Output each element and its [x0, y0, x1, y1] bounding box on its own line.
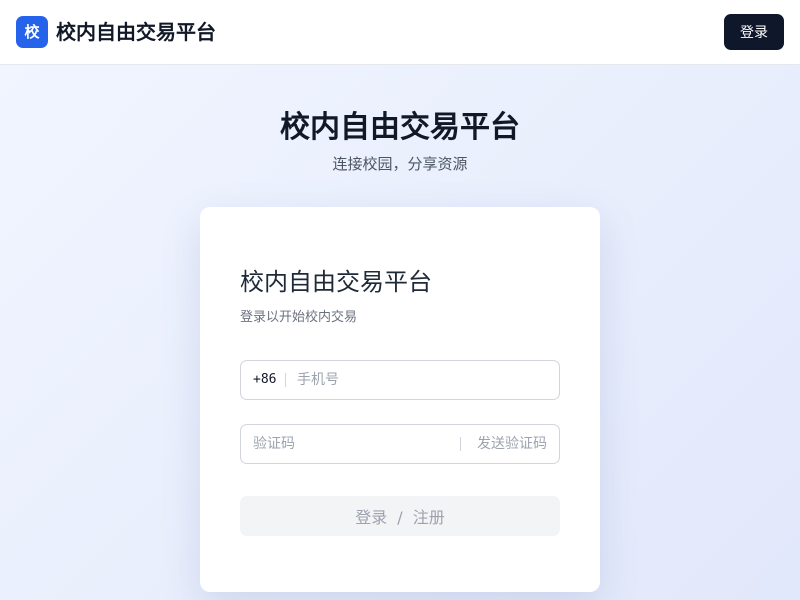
code-divider	[460, 437, 461, 451]
login-register-button[interactable]: 登录 / 注册	[240, 496, 560, 536]
header-login-button[interactable]: 登录	[724, 14, 784, 50]
phone-input[interactable]	[297, 361, 547, 399]
hero-title: 校内自由交易平台	[280, 110, 520, 145]
prefix-divider	[285, 373, 286, 387]
country-code-prefix: +86	[253, 372, 277, 387]
phone-field: +86	[240, 360, 560, 400]
verification-code-input[interactable]	[253, 425, 453, 463]
card-title: 校内自由交易平台	[240, 268, 432, 296]
login-card: 校内自由交易平台 登录以开始校内交易 +86 发送验证码 登录 / 注册	[200, 207, 600, 592]
logo-icon: 校	[16, 16, 48, 48]
card-subtitle: 登录以开始校内交易	[240, 310, 358, 325]
submit-login-label: 登录	[355, 508, 388, 527]
hero-subtitle: 连接校园，分享资源	[332, 155, 468, 173]
send-code-button[interactable]: 发送验证码	[477, 425, 547, 463]
submit-separator: /	[397, 508, 403, 527]
top-navbar: 校 校内自由交易平台 登录	[0, 0, 800, 65]
submit-register-label: 注册	[412, 508, 445, 527]
main-content: 校内自由交易平台 连接校园，分享资源 校内自由交易平台 登录以开始校内交易 +8…	[0, 65, 800, 600]
brand-title: 校内自由交易平台	[56, 20, 216, 44]
verification-code-field: 发送验证码	[240, 424, 560, 464]
